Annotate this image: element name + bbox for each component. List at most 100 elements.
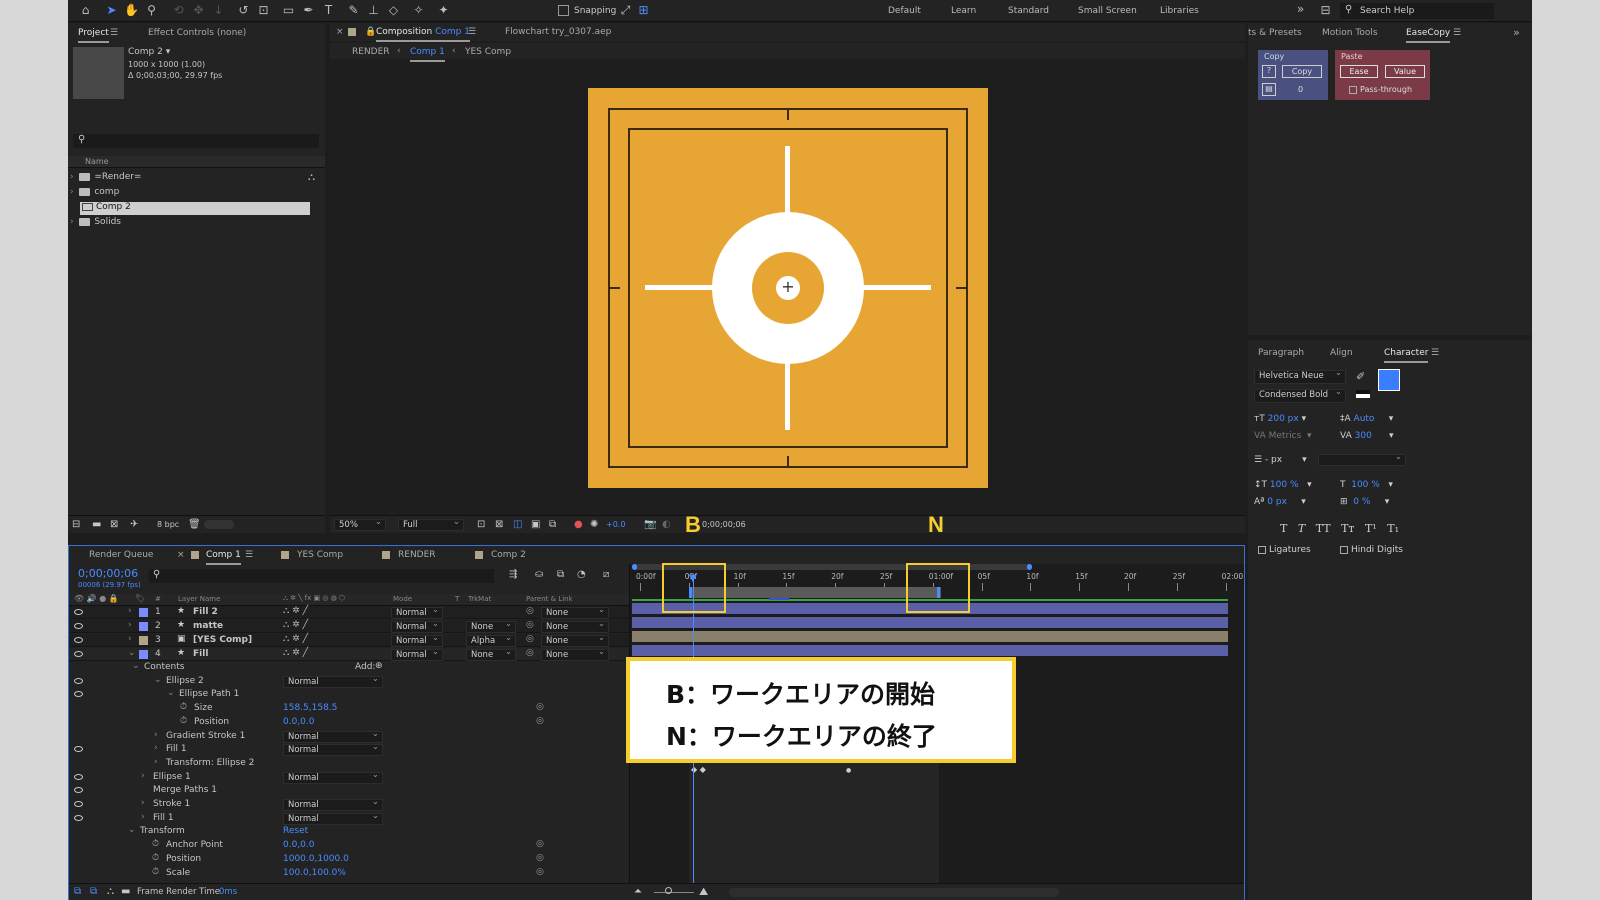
pen-tool-icon[interactable]: ✒ bbox=[301, 3, 316, 18]
layer-bar-yes-comp[interactable] bbox=[632, 631, 1228, 642]
mask-visibility-icon[interactable]: ◫ bbox=[513, 519, 522, 530]
eraser-tool-icon[interactable]: ◇ bbox=[386, 3, 401, 18]
workspace-libraries[interactable]: Libraries bbox=[1160, 6, 1199, 16]
font-style-dropdown[interactable]: Condensed Bold bbox=[1254, 387, 1346, 403]
tab-comp-1[interactable]: Comp 1 bbox=[206, 550, 241, 565]
in-out-toggle-icon[interactable]: ⛬ bbox=[107, 886, 114, 897]
breadcrumb-render[interactable]: RENDER bbox=[352, 47, 390, 57]
project-item-comp-2[interactable]: Comp 2 bbox=[80, 202, 310, 215]
property-value[interactable]: 0.0,0.0 bbox=[283, 717, 315, 727]
property-mode-dropdown[interactable]: Normal bbox=[283, 811, 383, 825]
property-row[interactable]: › Fill 1 Normal bbox=[69, 742, 629, 757]
property-row[interactable]: › Fill 1 Normal bbox=[69, 811, 629, 825]
property-value[interactable]: Reset bbox=[283, 826, 308, 836]
property-row[interactable]: › Gradient Stroke 1 Normal bbox=[69, 729, 629, 743]
workspace-standard[interactable]: Standard bbox=[1008, 6, 1049, 16]
eye-icon[interactable] bbox=[74, 801, 83, 807]
black-white-swatch[interactable] bbox=[1356, 390, 1370, 398]
current-time[interactable]: 0;00;00;06 bbox=[78, 567, 138, 580]
font-size-field[interactable]: ᴛT 200 px ▾ bbox=[1254, 414, 1306, 424]
property-row[interactable]: ⏱ Position 0.0,0.0 ◎ bbox=[69, 716, 629, 729]
eye-icon[interactable] bbox=[74, 637, 83, 643]
work-area-bar[interactable] bbox=[689, 587, 941, 598]
guides-icon[interactable]: ▣ bbox=[531, 519, 540, 530]
eye-icon[interactable] bbox=[74, 677, 83, 684]
horizontal-scale-field[interactable]: T 100 % ▾ bbox=[1340, 480, 1393, 490]
tab-comp-2[interactable]: Comp 2 bbox=[491, 550, 526, 560]
exposure-value[interactable]: +0.0 bbox=[606, 520, 625, 529]
rectangle-tool-icon[interactable]: ▭ bbox=[281, 3, 296, 18]
snap-icon[interactable]: ⤢ bbox=[618, 3, 633, 18]
ligatures-checkbox[interactable]: Ligatures bbox=[1258, 545, 1311, 555]
property-row[interactable]: Merge Paths 1 bbox=[69, 784, 629, 797]
expand-chevron-icon[interactable]: › bbox=[154, 730, 158, 740]
layer-bar-matte[interactable] bbox=[632, 617, 1228, 628]
layer-name[interactable]: Fill bbox=[193, 649, 208, 659]
blend-mode-dropdown[interactable]: Normal bbox=[391, 605, 443, 619]
property-value[interactable]: 0.0,0.0 bbox=[283, 840, 315, 850]
transfer-controls-toggle-icon[interactable]: ⧉ bbox=[90, 886, 97, 897]
pickwhip-icon[interactable]: ◎ bbox=[536, 702, 544, 712]
eye-icon[interactable] bbox=[74, 814, 83, 821]
project-scroll[interactable] bbox=[204, 520, 234, 529]
layer-row[interactable]: ⌄ 4 ★ Fill ⛬ ✲ ╱ Normal None ◎ None bbox=[69, 647, 629, 661]
column-mode[interactable]: Mode bbox=[393, 595, 412, 603]
workspace-default[interactable]: Default bbox=[888, 6, 921, 16]
pickwhip-icon[interactable]: ◎ bbox=[536, 716, 544, 726]
layer-row[interactable]: › 3 ▣ [YES Comp] ⛬ ✲ ╱ Normal Alpha ◎ No… bbox=[69, 633, 629, 647]
new-folder-icon[interactable]: ▬ bbox=[92, 519, 101, 530]
track-matte-dropdown[interactable]: Alpha bbox=[466, 633, 516, 647]
parent-dropdown[interactable]: None bbox=[541, 647, 609, 661]
ease-button[interactable]: Ease bbox=[1340, 65, 1378, 78]
graph-editor-icon[interactable]: ⧄ bbox=[603, 569, 609, 580]
roto-tool-icon[interactable]: ✧ bbox=[411, 3, 426, 18]
value-button[interactable]: Value bbox=[1385, 65, 1425, 78]
help-button[interactable]: ? bbox=[1262, 65, 1276, 78]
brush-tool-icon[interactable]: ✎ bbox=[346, 3, 361, 18]
tab-paragraph[interactable]: Paragraph bbox=[1258, 348, 1304, 358]
eyedropper-icon[interactable]: ✐ bbox=[1356, 370, 1365, 383]
breadcrumb-comp-1[interactable]: Comp 1 bbox=[410, 47, 445, 62]
project-search-input[interactable]: ⚲ bbox=[73, 134, 319, 148]
pickwhip-icon[interactable]: ◎ bbox=[536, 839, 544, 849]
puppet-tool-icon[interactable]: ✦ bbox=[436, 3, 451, 18]
kerning-field[interactable]: VA Metrics ▾ bbox=[1254, 431, 1312, 441]
more-panels-icon[interactable]: » bbox=[1513, 26, 1520, 39]
all-caps-button[interactable]: TT bbox=[1316, 522, 1331, 535]
parent-dropdown[interactable]: None bbox=[541, 633, 609, 647]
home-icon[interactable]: ⌂ bbox=[78, 3, 93, 18]
font-family-dropdown[interactable]: Helvetica Neue bbox=[1254, 368, 1346, 384]
track-matte-dropdown[interactable]: None bbox=[466, 619, 516, 633]
property-mode-dropdown[interactable]: Normal bbox=[283, 797, 383, 811]
show-snapshot-icon[interactable]: ◐ bbox=[662, 519, 671, 530]
expand-chevron-icon[interactable]: › bbox=[128, 634, 132, 644]
render-icon[interactable]: ✈ bbox=[130, 519, 138, 530]
property-row[interactable]: ⏱ Anchor Point 0.0,0.0 ◎ bbox=[69, 839, 629, 852]
project-menu-icon[interactable]: ☰ bbox=[110, 28, 118, 38]
grid-icon[interactable]: ⊞ bbox=[636, 3, 651, 18]
track-matte-dropdown[interactable]: None bbox=[466, 647, 516, 661]
layer-switches-toggle-icon[interactable]: ⧉ bbox=[74, 886, 81, 897]
eye-icon[interactable] bbox=[74, 651, 83, 657]
pickwhip-icon[interactable]: ◎ bbox=[526, 634, 534, 644]
breadcrumb-yes-comp[interactable]: YES Comp bbox=[465, 47, 511, 57]
stopwatch-icon[interactable]: ⏱ bbox=[152, 853, 159, 863]
viewer-timecode[interactable]: 0;00;00;06 bbox=[702, 520, 746, 529]
zoom-tool-icon[interactable]: ⚲ bbox=[144, 3, 159, 18]
clone-tool-icon[interactable]: ⊥ bbox=[366, 3, 381, 18]
property-mode-dropdown[interactable]: Normal bbox=[283, 674, 383, 688]
expand-chevron-icon[interactable]: ⌄ bbox=[154, 675, 162, 685]
blend-mode-dropdown[interactable]: Normal bbox=[391, 647, 443, 661]
blend-mode-dropdown[interactable]: Normal bbox=[391, 633, 443, 647]
property-mode-dropdown[interactable]: Normal bbox=[283, 742, 383, 757]
layer-name[interactable]: matte bbox=[193, 621, 223, 631]
clipboard-icon[interactable]: ▤ bbox=[1262, 83, 1276, 96]
snapping-checkbox[interactable] bbox=[558, 5, 569, 16]
shy-collapse-switch-icons[interactable]: ⛬ ✲ ╱ bbox=[283, 620, 308, 630]
layer-name[interactable]: [YES Comp] bbox=[193, 635, 252, 645]
zoom-slider-thumb[interactable] bbox=[665, 887, 672, 894]
column-trkmat[interactable]: TrkMat bbox=[468, 595, 491, 603]
workspace-small-screen[interactable]: Small Screen bbox=[1078, 6, 1137, 16]
zoom-in-icon[interactable]: ⛰ bbox=[699, 885, 708, 899]
timeline-scrollbar[interactable] bbox=[729, 888, 1059, 897]
